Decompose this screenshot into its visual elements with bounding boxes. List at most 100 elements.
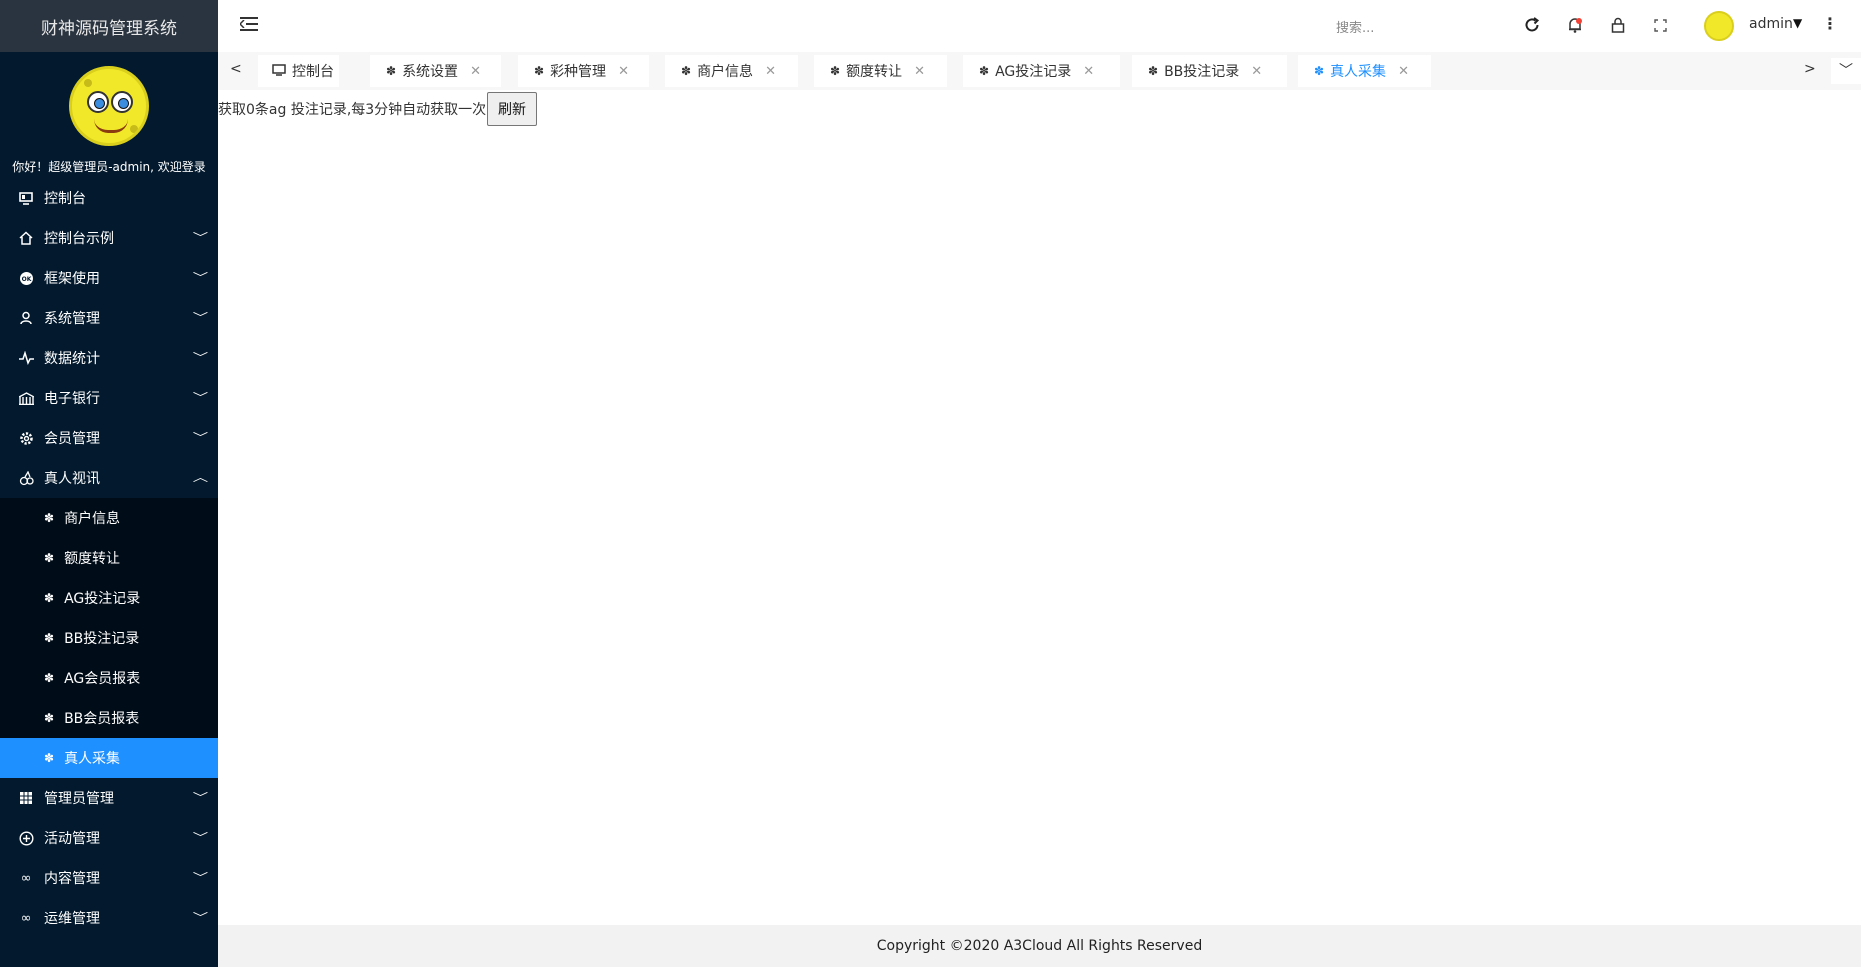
refresh-button[interactable]: 刷新 xyxy=(487,92,537,126)
grid-icon xyxy=(18,790,34,806)
sidebar-item-dashboard[interactable]: 控制台 xyxy=(0,178,218,218)
tab-live-collect[interactable]: ✽ 真人采集 ✕ xyxy=(1298,55,1431,87)
tab-credit-transfer[interactable]: ✽ 额度转让 ✕ xyxy=(814,55,947,87)
tabs-dropdown-icon[interactable]: ﹀ xyxy=(1831,58,1861,84)
sidebar-item-system[interactable]: 系统管理 ﹀ xyxy=(0,298,218,338)
submenu-item-label: 真人采集 xyxy=(64,751,121,767)
sidebar-item-admins[interactable]: 管理员管理 ﹀ xyxy=(0,778,218,818)
user-icon xyxy=(18,310,34,326)
infinity-icon: ∞ xyxy=(20,910,32,926)
palm-icon: ✽ xyxy=(386,64,397,78)
lock-icon[interactable] xyxy=(1607,14,1629,36)
sidebar-item-label: 运维管理 xyxy=(44,911,100,927)
sidebar-item-statistics[interactable]: 数据统计 ﹀ xyxy=(0,338,218,378)
palm-icon: ✽ xyxy=(44,591,55,605)
sidebar-item-ebank[interactable]: 电子银行 ﹀ xyxy=(0,378,218,418)
sidebar-item-content[interactable]: ∞ 内容管理 ﹀ xyxy=(0,858,218,898)
caret-down-icon[interactable]: ▼ xyxy=(1793,16,1802,30)
tab-label: 额度转让 xyxy=(846,64,903,80)
chevron-down-icon: ﹀ xyxy=(192,391,209,404)
profile-panel: 你好！超级管理员-admin, 欢迎登录 xyxy=(0,52,218,178)
tab-label: 彩种管理 xyxy=(550,64,607,80)
tab-dashboard[interactable]: 控制台 xyxy=(258,55,339,87)
status-text: 获取0条ag 投注记录,每3分钟自动获取一次 xyxy=(218,102,487,118)
submenu-item-ag-bets[interactable]: ✽ AG投注记录 xyxy=(0,578,218,618)
top-header: 搜索... admin ▼ ⋮ xyxy=(218,0,1861,52)
chevron-down-icon: ﹀ xyxy=(192,431,209,444)
fullscreen-icon[interactable] xyxy=(1649,14,1671,36)
submenu-item-bb-bets[interactable]: ✽ BB投注记录 xyxy=(0,618,218,658)
sidebar-item-live-video[interactable]: 真人视讯 ︿ xyxy=(0,458,218,498)
sidebar-item-label: 电子银行 xyxy=(44,391,100,407)
submenu-item-live-collect[interactable]: ✽ 真人采集 xyxy=(0,738,218,778)
sidebar-item-label: 系统管理 xyxy=(44,311,100,327)
tab-label: 真人采集 xyxy=(1330,64,1387,80)
close-icon[interactable]: ✕ xyxy=(914,64,925,79)
welcome-text: 你好！超级管理员-admin, 欢迎登录 xyxy=(12,160,206,174)
bell-icon[interactable] xyxy=(1564,14,1586,36)
pulse-icon xyxy=(18,350,34,366)
tab-label: AG投注记录 xyxy=(995,64,1072,80)
sidebar-item-activities[interactable]: 活动管理 ﹀ xyxy=(0,818,218,858)
tab-label: 系统设置 xyxy=(402,64,459,80)
tabs-bar: < 控制台 ✽ 系统设置 ✕ ✽ 彩种管理 ✕ ✽ 商户信息 ✕ ✽ 额度转让 … xyxy=(218,52,1861,90)
sidebar-item-label: 活动管理 xyxy=(44,831,100,847)
sidebar-menu: 控制台 控制台示例 ﹀ OK 框架使用 ﹀ 系统管理 ﹀ 数据统计 ﹀ 电子银行… xyxy=(0,178,218,498)
chevron-down-icon: ﹀ xyxy=(192,311,209,324)
chevron-down-icon: ﹀ xyxy=(192,271,209,284)
chevron-down-icon: ﹀ xyxy=(192,351,209,364)
tab-label: BB投注记录 xyxy=(1164,64,1240,80)
tab-bb-bets[interactable]: ✽ BB投注记录 ✕ xyxy=(1132,55,1287,87)
palm-icon: ✽ xyxy=(830,64,841,78)
main-content: 获取0条ag 投注记录,每3分钟自动获取一次 刷新 xyxy=(218,90,1861,925)
chevron-up-icon: ︿ xyxy=(192,471,209,484)
palm-icon: ✽ xyxy=(1148,64,1159,78)
more-icon[interactable]: ⋮ xyxy=(1822,14,1838,33)
close-icon[interactable]: ✕ xyxy=(1251,64,1262,79)
submenu-live-video: ✽ 商户信息 ✽ 额度转让 ✽ AG投注记录 ✽ BB投注记录 ✽ AG会员报表 ✽ BB会… xyxy=(0,498,218,778)
tabs-scroll-right-icon[interactable]: > xyxy=(1804,61,1816,77)
sidebar-item-dashboard-examples[interactable]: 控制台示例 ﹀ xyxy=(0,218,218,258)
sidebar-item-label: 会员管理 xyxy=(44,431,100,447)
sidebar-item-ops[interactable]: ∞ 运维管理 ﹀ xyxy=(0,898,218,938)
palm-icon: ✽ xyxy=(979,64,990,78)
search-input[interactable]: 搜索... xyxy=(1336,17,1374,36)
footer: Copyright ©2020 A3Cloud All Rights Reser… xyxy=(218,925,1861,967)
close-icon[interactable]: ✕ xyxy=(1398,64,1409,79)
tab-ag-bets[interactable]: ✽ AG投注记录 ✕ xyxy=(963,55,1120,87)
plus-circle-icon xyxy=(18,830,34,846)
sidebar-menu-lower: 管理员管理 ﹀ 活动管理 ﹀ ∞ 内容管理 ﹀ ∞ 运维管理 ﹀ xyxy=(0,778,218,938)
palm-icon: ✽ xyxy=(44,511,55,525)
chevron-down-icon: ﹀ xyxy=(192,231,209,244)
tabs-scroll-left-icon[interactable]: < xyxy=(230,61,242,77)
tab-merchant-info[interactable]: ✽ 商户信息 ✕ xyxy=(665,55,798,87)
chevron-down-icon: ﹀ xyxy=(192,911,209,924)
close-icon[interactable]: ✕ xyxy=(470,64,481,79)
submenu-item-credit-transfer[interactable]: ✽ 额度转让 xyxy=(0,538,218,578)
palm-icon: ✽ xyxy=(534,64,545,78)
tree-icon xyxy=(18,470,34,486)
ok-icon: OK xyxy=(18,270,34,286)
close-icon[interactable]: ✕ xyxy=(765,64,776,79)
submenu-item-bb-member-report[interactable]: ✽ BB会员报表 xyxy=(0,698,218,738)
submenu-item-merchant-info[interactable]: ✽ 商户信息 xyxy=(0,498,218,538)
avatar xyxy=(69,66,149,146)
sidebar-item-members[interactable]: 会员管理 ﹀ xyxy=(0,418,218,458)
sidebar-item-framework[interactable]: OK 框架使用 ﹀ xyxy=(0,258,218,298)
palm-icon: ✽ xyxy=(44,551,55,565)
menu-toggle-icon[interactable] xyxy=(240,16,260,34)
palm-icon: ✽ xyxy=(681,64,692,78)
submenu-item-label: 商户信息 xyxy=(64,511,121,527)
user-name[interactable]: admin xyxy=(1749,16,1793,32)
close-icon[interactable]: ✕ xyxy=(1083,64,1094,79)
tab-system-settings[interactable]: ✽ 系统设置 ✕ xyxy=(370,55,501,87)
tab-lottery-management[interactable]: ✽ 彩种管理 ✕ xyxy=(518,55,649,87)
user-avatar[interactable] xyxy=(1704,11,1734,41)
refresh-icon[interactable] xyxy=(1521,14,1543,36)
submenu-item-label: 额度转让 xyxy=(64,551,121,567)
close-icon[interactable]: ✕ xyxy=(618,64,629,79)
submenu-item-ag-member-report[interactable]: ✽ AG会员报表 xyxy=(0,658,218,698)
sidebar-item-label: 控制台 xyxy=(44,191,86,207)
monitor-icon xyxy=(272,63,286,79)
home-icon xyxy=(18,230,34,246)
